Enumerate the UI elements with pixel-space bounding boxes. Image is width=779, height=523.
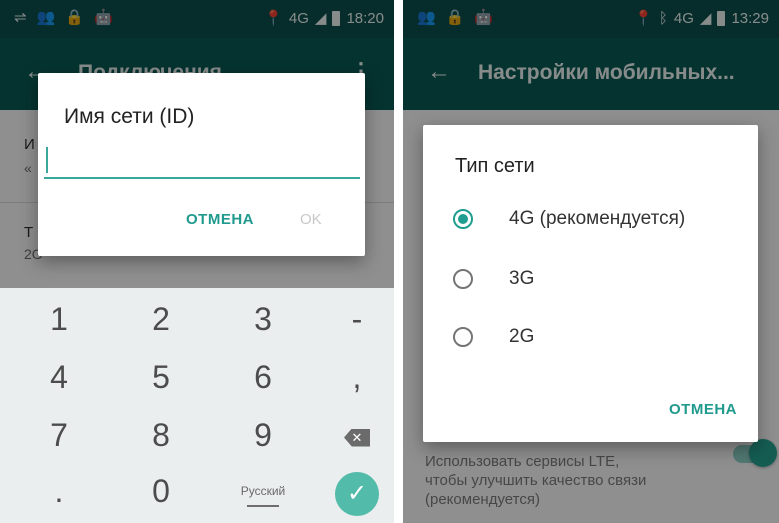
- radio-unchecked-icon: [453, 269, 473, 289]
- radio-unchecked-icon: [453, 327, 473, 347]
- option-2g[interactable]: 2G: [453, 319, 743, 359]
- dialog-title: Тип сети: [455, 155, 535, 177]
- enter-key[interactable]: ✓: [308, 462, 394, 520]
- key-3[interactable]: 3: [214, 290, 312, 348]
- key-4[interactable]: 4: [10, 348, 108, 406]
- key-6[interactable]: 6: [214, 348, 312, 406]
- key-2[interactable]: 2: [112, 290, 210, 348]
- option-4g[interactable]: 4G (рекомендуется): [453, 201, 743, 241]
- key-7[interactable]: 7: [10, 406, 108, 464]
- network-name-input[interactable]: [44, 143, 360, 179]
- key-minus[interactable]: -: [308, 290, 394, 348]
- key-8[interactable]: 8: [112, 406, 210, 464]
- ok-button[interactable]: OK: [300, 211, 322, 228]
- dialog-title: Имя сети (ID): [64, 105, 195, 128]
- checkmark-icon: ✓: [335, 471, 379, 516]
- option-3g[interactable]: 3G: [453, 261, 743, 301]
- language-label: Русский: [240, 484, 286, 498]
- left-phone-screen: ⇌ 👥 🔒 🤖 📍 4G ◢ 18:20 ← Подключения ⋮ И «…: [0, 0, 394, 523]
- key-period[interactable]: .: [10, 462, 108, 520]
- key-1[interactable]: 1: [10, 290, 108, 348]
- option-label: 2G: [509, 326, 535, 347]
- network-type-dialog: Тип сети 4G (рекомендуется) 3G 2G ОТМЕНА: [423, 125, 758, 442]
- numeric-keyboard: 1 2 3 - 4 5 6 , 7 8 9 ✕ . 0 Русский ✓: [0, 288, 394, 523]
- language-key[interactable]: Русский: [214, 462, 312, 520]
- backspace-key[interactable]: ✕: [308, 406, 394, 464]
- text-cursor: [46, 147, 48, 173]
- cancel-button[interactable]: ОТМЕНА: [669, 401, 737, 418]
- option-label: 4G (рекомендуется): [509, 208, 686, 229]
- option-label: 3G: [509, 268, 535, 289]
- key-comma[interactable]: ,: [308, 348, 394, 406]
- network-name-dialog: Имя сети (ID) ОТМЕНА OK: [38, 73, 365, 256]
- key-0[interactable]: 0: [112, 462, 210, 520]
- key-5[interactable]: 5: [112, 348, 210, 406]
- cancel-button[interactable]: ОТМЕНА: [186, 211, 254, 228]
- right-phone-screen: 👥 🔒 🤖 📍 ᛒ 4G ◢ 13:29 ← Настройки мобильн…: [403, 0, 779, 523]
- radio-checked-icon: [453, 209, 473, 229]
- backspace-icon: ✕: [344, 428, 370, 447]
- space-bar-indicator: [247, 505, 279, 507]
- key-9[interactable]: 9: [214, 406, 312, 464]
